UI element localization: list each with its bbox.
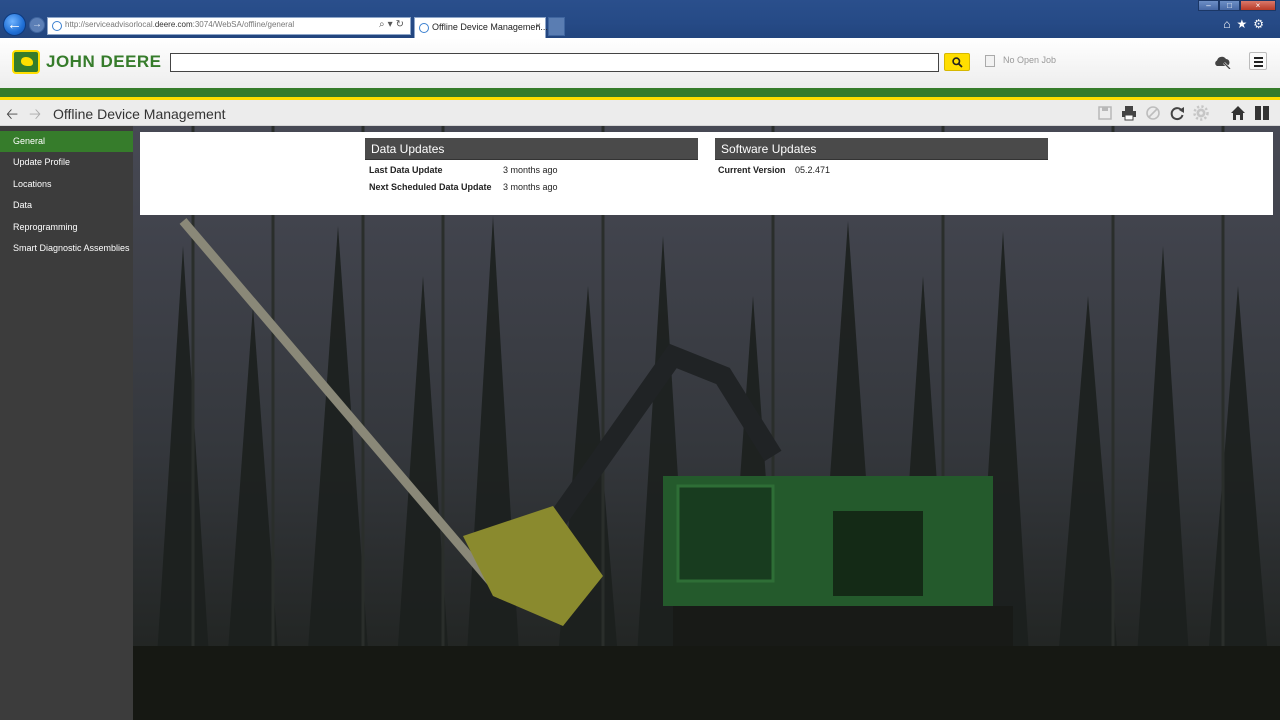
sidebar-nav: General Update Profile Locations Data Re… bbox=[0, 126, 133, 720]
window-close-button[interactable]: × bbox=[1240, 0, 1276, 11]
sidebar-item-data[interactable]: Data bbox=[0, 195, 133, 216]
job-status: No Open Job bbox=[1003, 55, 1057, 65]
last-data-update-value: 3 months ago bbox=[503, 165, 558, 175]
refresh-icon[interactable] bbox=[1169, 105, 1185, 121]
current-version-value: 05.2.471 bbox=[795, 165, 831, 175]
tab-favicon-icon bbox=[419, 23, 429, 33]
settings-gear-icon[interactable]: ⚙ bbox=[1253, 17, 1270, 31]
job-document-icon bbox=[985, 55, 995, 67]
search-button[interactable] bbox=[944, 53, 970, 71]
tab-title: Offline Device Managemen... bbox=[432, 22, 548, 32]
cloud-offline-icon[interactable] bbox=[1213, 55, 1231, 69]
brand-name[interactable]: JOHN DEERE bbox=[46, 52, 162, 72]
minimize-button[interactable]: – bbox=[1198, 0, 1219, 11]
search-input[interactable] bbox=[170, 53, 939, 72]
browser-icons: ⌂★⚙ bbox=[1223, 17, 1270, 31]
layout-panels-icon[interactable] bbox=[1254, 105, 1270, 121]
header-stripe-green bbox=[0, 88, 1280, 97]
browser-tab[interactable]: Offline Device Managemen... × bbox=[414, 17, 548, 38]
software-updates-header: Software Updates bbox=[715, 138, 1048, 160]
sidebar-item-smart-diagnostic-assemblies[interactable]: Smart Diagnostic Assemblies bbox=[0, 238, 133, 259]
browser-back-button[interactable]: ← bbox=[3, 13, 26, 36]
tab-close-icon[interactable]: × bbox=[535, 21, 541, 32]
block-icon[interactable] bbox=[1145, 105, 1161, 121]
browser-forward-button[interactable]: → bbox=[29, 17, 45, 33]
main-menu-button[interactable] bbox=[1249, 52, 1267, 70]
background-image bbox=[133, 126, 1280, 720]
sidebar-item-reprogramming[interactable]: Reprogramming bbox=[0, 217, 133, 238]
maximize-button[interactable]: □ bbox=[1219, 0, 1240, 11]
general-info-panel bbox=[140, 132, 1273, 215]
forest-harvester-illustration bbox=[133, 126, 1280, 720]
print-icon[interactable] bbox=[1121, 105, 1137, 121]
page-favicon-icon bbox=[52, 21, 62, 31]
home-icon[interactable]: ⌂ bbox=[1223, 17, 1236, 31]
address-url: http://serviceadvisorlocal.deere.com:307… bbox=[65, 20, 295, 29]
window-controls: – □ × bbox=[1198, 0, 1276, 11]
sidebar-item-general[interactable]: General bbox=[0, 131, 133, 152]
save-icon[interactable] bbox=[1097, 105, 1113, 121]
page-title: Offline Device Management bbox=[53, 106, 226, 122]
new-tab-button[interactable] bbox=[548, 17, 565, 36]
settings-icon[interactable] bbox=[1193, 105, 1209, 121]
data-updates-header: Data Updates bbox=[365, 138, 698, 160]
browser-toolbar: ← → http://serviceadvisorlocal.deere.com… bbox=[0, 0, 1280, 38]
home-icon[interactable] bbox=[1230, 105, 1246, 121]
page-toolbar: 🡠 🡢 Offline Device Management bbox=[0, 100, 1280, 126]
sidebar-item-locations[interactable]: Locations bbox=[0, 174, 133, 195]
current-version-label: Current Version bbox=[718, 165, 786, 175]
next-data-update-value: 3 months ago bbox=[503, 182, 558, 192]
last-data-update-label: Last Data Update bbox=[369, 165, 443, 175]
next-data-update-label: Next Scheduled Data Update bbox=[369, 182, 492, 192]
favorites-star-icon[interactable]: ★ bbox=[1236, 17, 1253, 31]
address-controls[interactable]: ⌕▾↻ bbox=[379, 19, 407, 30]
john-deere-logo-icon[interactable] bbox=[12, 50, 40, 74]
search-icon bbox=[952, 57, 963, 68]
address-bar[interactable]: http://serviceadvisorlocal.deere.com:307… bbox=[47, 17, 411, 35]
sidebar-item-update-profile[interactable]: Update Profile bbox=[0, 152, 133, 173]
